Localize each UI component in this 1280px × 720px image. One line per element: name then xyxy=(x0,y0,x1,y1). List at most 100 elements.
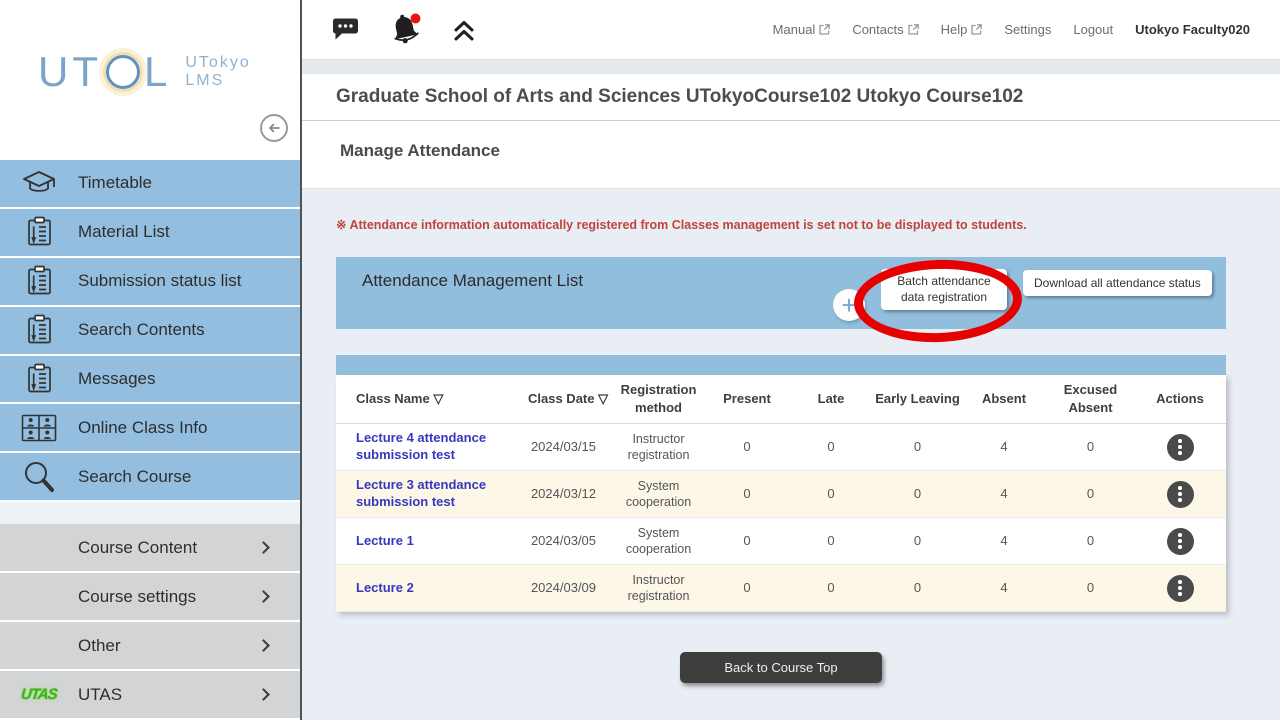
row-actions-kebab-menu[interactable] xyxy=(1167,481,1194,508)
actions-cell xyxy=(1134,528,1226,555)
logout-link-label: Logout xyxy=(1073,22,1113,37)
collapse-up-chevrons-icon[interactable] xyxy=(451,17,477,43)
sidebar-item-online-class-info[interactable]: Online Class Info xyxy=(0,404,300,451)
column-header-early-leaving: Early Leaving xyxy=(874,390,961,408)
attendance-notice: ※ Attendance information automatically r… xyxy=(336,217,1280,232)
excused-absent-cell: 0 xyxy=(1047,486,1134,503)
help-link[interactable]: Help xyxy=(941,22,983,37)
sort-icon[interactable]: ▽ xyxy=(433,391,443,406)
search-icon xyxy=(0,459,78,495)
class-name-link[interactable]: Lecture 3 attendance submission test xyxy=(356,477,486,509)
absent-cell: 4 xyxy=(961,580,1047,597)
header-divider-band xyxy=(302,60,1280,74)
manual-link[interactable]: Manual xyxy=(773,22,831,37)
chevron-right-icon xyxy=(257,639,270,652)
arrow-left-icon xyxy=(266,120,282,136)
footer-button-area: Back to Course Top xyxy=(336,652,1226,683)
column-header-class-name[interactable]: Class Name ▽ xyxy=(336,390,516,408)
present-cell: 0 xyxy=(706,533,788,550)
column-header-absent: Absent xyxy=(961,390,1047,408)
late-cell: 0 xyxy=(788,486,874,503)
actions-cell xyxy=(1134,434,1226,461)
class-name-cell: Lecture 1 xyxy=(336,533,516,550)
course-title-bar: Graduate School of Arts and Sciences UTo… xyxy=(302,74,1280,121)
row-actions-kebab-menu[interactable] xyxy=(1167,434,1194,461)
external-link-icon xyxy=(819,24,830,35)
sidebar-item-course-content[interactable]: Course Content xyxy=(0,524,300,571)
registration-method-cell: Instructor registration xyxy=(611,572,706,605)
sidebar-item-label: Online Class Info xyxy=(78,418,207,438)
clipboard-icon xyxy=(0,216,78,248)
sidebar-item-search-contents[interactable]: Search Contents xyxy=(0,307,300,354)
sidebar-collapse-button[interactable] xyxy=(260,114,288,142)
content-area: ※ Attendance information automatically r… xyxy=(302,189,1280,720)
column-header-excused-absent: Excused Absent xyxy=(1047,381,1134,416)
table-row: Lecture 4 attendance submission test 202… xyxy=(336,424,1226,471)
page-title-bar: Manage Attendance xyxy=(302,121,1280,189)
sidebar-item-course-settings[interactable]: Course settings xyxy=(0,573,300,620)
class-name-link[interactable]: Lecture 2 xyxy=(356,580,414,595)
table-header-row: Class Name ▽ Class Date ▽ Registration m… xyxy=(336,375,1226,424)
sidebar-item-search-course[interactable]: Search Course xyxy=(0,453,300,500)
class-date-cell: 2024/03/05 xyxy=(516,533,611,550)
sidebar-item-other[interactable]: Other xyxy=(0,622,300,669)
sidebar-item-label: Timetable xyxy=(78,173,152,193)
settings-link[interactable]: Settings xyxy=(1004,22,1051,37)
external-link-icon xyxy=(908,24,919,35)
late-cell: 0 xyxy=(788,533,874,550)
clipboard-icon xyxy=(0,314,78,346)
batch-attendance-registration-button[interactable]: Batch attendance data registration xyxy=(881,269,1007,310)
app-window: UTL UTokyo LMS Timetable xyxy=(0,0,1280,720)
sidebar-item-material-list[interactable]: Material List xyxy=(0,209,300,256)
table-row: Lecture 1 2024/03/05 System cooperation … xyxy=(336,518,1226,565)
late-cell: 0 xyxy=(788,439,874,456)
download-all-attendance-button[interactable]: Download all attendance status xyxy=(1023,270,1212,296)
sidebar-item-label: Messages xyxy=(78,369,155,389)
absent-cell: 4 xyxy=(961,486,1047,503)
settings-link-label: Settings xyxy=(1004,22,1051,37)
sidebar-item-timetable[interactable]: Timetable xyxy=(0,160,300,207)
early-leaving-cell: 0 xyxy=(874,439,961,456)
messages-chat-icon[interactable] xyxy=(332,17,359,42)
sidebar-item-label: Course settings xyxy=(78,587,196,607)
row-actions-kebab-menu[interactable] xyxy=(1167,575,1194,602)
excused-absent-cell: 0 xyxy=(1047,533,1134,550)
excused-absent-cell: 0 xyxy=(1047,580,1134,597)
present-cell: 0 xyxy=(706,580,788,597)
sidebar-item-submission-status-list[interactable]: Submission status list xyxy=(0,258,300,305)
utol-logo-text: UTL xyxy=(38,48,171,96)
late-cell: 0 xyxy=(788,580,874,597)
sort-icon[interactable]: ▽ xyxy=(598,391,608,406)
sidebar-item-label: Other xyxy=(78,636,121,656)
help-link-label: Help xyxy=(941,22,968,37)
logout-link[interactable]: Logout xyxy=(1073,22,1113,37)
table-row: Lecture 2 2024/03/09 Instructor registra… xyxy=(336,565,1226,612)
utol-logo-subtext: UTokyo LMS xyxy=(185,54,250,91)
logo-area: UTL UTokyo LMS xyxy=(0,0,300,160)
user-name: Utokyo Faculty020 xyxy=(1135,22,1250,37)
early-leaving-cell: 0 xyxy=(874,533,961,550)
class-name-link[interactable]: Lecture 4 attendance submission test xyxy=(356,430,486,462)
clipboard-icon xyxy=(0,363,78,395)
chevron-right-icon xyxy=(257,688,270,701)
class-name-link[interactable]: Lecture 1 xyxy=(356,533,414,548)
class-date-cell: 2024/03/09 xyxy=(516,580,611,597)
clipboard-icon xyxy=(0,265,78,297)
panel-title: Attendance Management List xyxy=(362,271,583,291)
utas-logo-icon: UTAS xyxy=(0,686,78,703)
notifications-bell-icon[interactable] xyxy=(387,12,423,48)
contacts-link[interactable]: Contacts xyxy=(852,22,918,37)
table-row: Lecture 3 attendance submission test 202… xyxy=(336,471,1226,518)
attendance-panel-header: Attendance Management List + Batch atten… xyxy=(336,257,1226,329)
class-name-cell: Lecture 3 attendance submission test xyxy=(336,477,516,511)
row-actions-kebab-menu[interactable] xyxy=(1167,528,1194,555)
registration-method-cell: System cooperation xyxy=(611,478,706,511)
absent-cell: 4 xyxy=(961,439,1047,456)
column-header-class-date[interactable]: Class Date ▽ xyxy=(516,390,611,408)
add-attendance-button[interactable]: + xyxy=(833,289,865,321)
utol-logo: UTL UTokyo LMS xyxy=(38,48,251,96)
sidebar-item-utas[interactable]: UTAS UTAS xyxy=(0,671,300,718)
sidebar-item-label: Search Course xyxy=(78,467,191,487)
sidebar-item-messages[interactable]: Messages xyxy=(0,356,300,403)
back-to-course-top-button[interactable]: Back to Course Top xyxy=(680,652,881,683)
